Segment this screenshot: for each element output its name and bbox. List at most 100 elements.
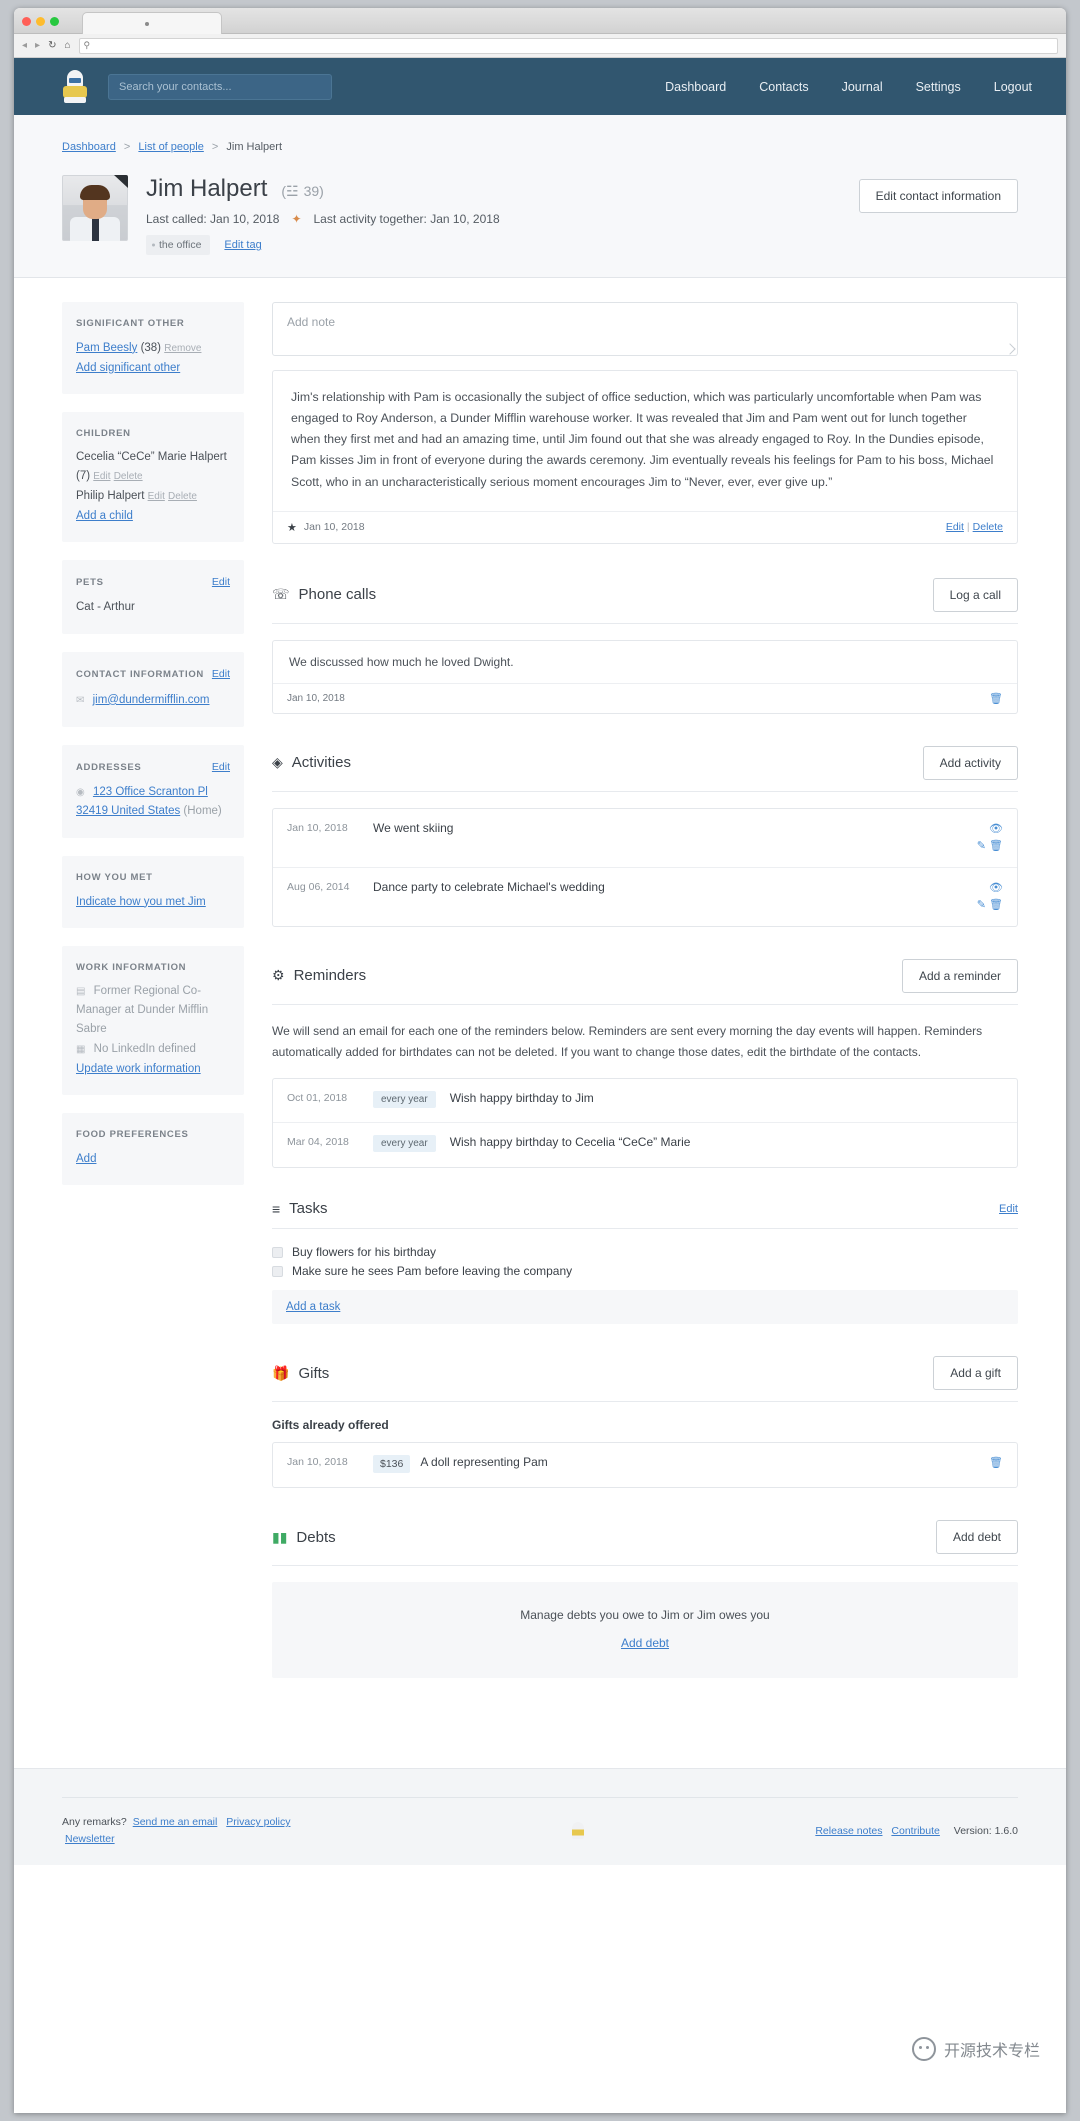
- activities-header: ◈ Activities Add activity: [272, 745, 1018, 792]
- close-window-icon[interactable]: [22, 17, 31, 26]
- phone-icon: ☏: [272, 586, 290, 603]
- trash-icon[interactable]: 🗑: [989, 840, 1003, 852]
- nav-link-contacts[interactable]: Contacts: [759, 80, 808, 94]
- resize-handle-icon[interactable]: [1004, 343, 1016, 355]
- reload-icon[interactable]: ↻: [48, 40, 56, 51]
- section-tasks: ≡ Tasks Edit Buy flowers for his birthda…: [272, 1200, 1018, 1325]
- list-item[interactable]: Buy flowers for his birthday: [272, 1245, 1018, 1259]
- task-checkbox[interactable]: [272, 1265, 283, 1277]
- reminder-frequency: every year: [373, 1135, 436, 1153]
- monica-logo[interactable]: [62, 69, 88, 104]
- edit-tag-link[interactable]: Edit tag: [224, 239, 261, 251]
- screen: ◂ ▸ ↻ ⌂ ⚲ Search your contacts... Dashbo…: [0, 0, 1080, 2121]
- star-icon[interactable]: ★: [287, 521, 297, 534]
- eye-icon[interactable]: 👁: [989, 882, 1003, 894]
- breadcrumb-separator-2: >: [211, 141, 219, 153]
- eye-icon[interactable]: 👁: [989, 823, 1003, 835]
- avatar[interactable]: [62, 175, 128, 241]
- home-icon[interactable]: ⌂: [64, 40, 70, 51]
- watermark-icon: [911, 2037, 936, 2061]
- nav-link-logout[interactable]: Logout: [994, 80, 1032, 94]
- edit-note-link[interactable]: Edit: [946, 521, 964, 533]
- release-notes-link[interactable]: Release notes: [815, 1825, 882, 1837]
- address-line-1[interactable]: 123 Office Scranton Pl: [93, 786, 208, 798]
- card-how-you-met: How you met Indicate how you met Jim: [62, 855, 244, 928]
- remove-significant-other-link[interactable]: Remove: [164, 343, 201, 354]
- delete-child-link[interactable]: Delete: [114, 471, 143, 482]
- reminder-frequency: every year: [373, 1091, 436, 1109]
- pets-title: Pets Edit: [76, 574, 230, 591]
- trash-icon[interactable]: 🗑: [989, 899, 1003, 911]
- address-bar[interactable]: ⚲: [78, 37, 1058, 54]
- edit-contact-information-link[interactable]: Edit: [212, 666, 230, 683]
- log-a-call-button[interactable]: Log a call: [932, 577, 1018, 612]
- activity-edit-delete: ✎ 🗑: [963, 897, 1003, 914]
- search-input[interactable]: Search your contacts...: [108, 73, 332, 100]
- maximize-window-icon[interactable]: [50, 17, 59, 26]
- privacy-policy-link[interactable]: Privacy policy: [226, 1816, 290, 1828]
- activity-edit-delete: ✎ 🗑: [963, 838, 1003, 855]
- contact-tag[interactable]: the office: [146, 235, 211, 255]
- footer-logo: [502, 1822, 655, 1840]
- pencil-icon[interactable]: ✎: [977, 840, 986, 852]
- significant-other-age: (38): [140, 341, 162, 354]
- add-a-reminder-button[interactable]: Add a reminder: [901, 958, 1018, 993]
- newsletter-link[interactable]: Newsletter: [65, 1833, 115, 1845]
- note-footer: ★ Jan 10, 2018 Edit | Delete: [273, 510, 1017, 543]
- pencil-icon[interactable]: ✎: [977, 899, 986, 911]
- add-food-preference-link[interactable]: Add: [76, 1153, 96, 1165]
- add-task-strip: Add a task: [272, 1290, 1018, 1325]
- edit-tasks-link[interactable]: Edit: [999, 1203, 1018, 1215]
- address-line-2[interactable]: 32419 United States: [76, 805, 180, 817]
- card-addresses: Addresses Edit ◉ 123 Office Scranton Pl …: [62, 744, 244, 838]
- how-you-met-link[interactable]: Indicate how you met Jim: [76, 896, 206, 908]
- avatar-tie: [92, 218, 99, 241]
- edit-contact-information-button[interactable]: Edit contact information: [858, 179, 1018, 213]
- reminders-list: Oct 01, 2018 every year Wish happy birth…: [272, 1078, 1018, 1169]
- edit-addresses-link[interactable]: Edit: [212, 759, 230, 776]
- task-checkbox[interactable]: [272, 1246, 283, 1258]
- nav-link-dashboard[interactable]: Dashboard: [665, 80, 726, 94]
- breadcrumb-list-of-people[interactable]: List of people: [138, 141, 203, 153]
- delete-child-link[interactable]: Delete: [168, 491, 197, 502]
- add-a-task-link[interactable]: Add a task: [286, 1301, 340, 1313]
- nav-link-settings[interactable]: Settings: [916, 80, 961, 94]
- avatar-hair: [80, 185, 110, 200]
- update-work-information-link[interactable]: Update work information: [76, 1063, 201, 1075]
- search-placeholder: Search your contacts...: [119, 80, 232, 93]
- add-debt-button[interactable]: Add debt: [935, 1520, 1018, 1555]
- tag-row: the office Edit tag: [146, 235, 500, 255]
- contribute-link[interactable]: Contribute: [891, 1825, 939, 1837]
- nav-link-journal[interactable]: Journal: [842, 80, 883, 94]
- debts-header: ▮▮ Debts Add debt: [272, 1520, 1018, 1567]
- delete-note-link[interactable]: Delete: [973, 521, 1003, 533]
- browser-tab[interactable]: [82, 12, 222, 34]
- minimize-window-icon[interactable]: [36, 17, 45, 26]
- edit-child-link[interactable]: Edit: [148, 491, 165, 502]
- debts-title-label: Debts: [296, 1528, 336, 1546]
- add-debt-link[interactable]: Add debt: [621, 1636, 669, 1650]
- significant-other-name[interactable]: Pam Beesly: [76, 342, 137, 354]
- email-link[interactable]: jim@dundermifflin.com: [93, 694, 210, 706]
- add-child-link[interactable]: Add a child: [76, 510, 133, 522]
- add-note-input[interactable]: Add note: [272, 302, 1018, 356]
- section-gifts: 🎁 Gifts Add a gift Gifts already offered…: [272, 1356, 1018, 1489]
- trash-icon[interactable]: 🗑: [989, 692, 1003, 705]
- reminders-title-label: Reminders: [293, 967, 367, 985]
- add-significant-other-link[interactable]: Add significant other: [76, 362, 180, 374]
- edit-child-link[interactable]: Edit: [93, 471, 110, 482]
- add-activity-button[interactable]: Add activity: [922, 745, 1018, 780]
- watermark: 开源技术专栏: [911, 2037, 1040, 2061]
- breadcrumb-dashboard[interactable]: Dashboard: [62, 141, 116, 153]
- monica-mini-logo-icon: [572, 1822, 585, 1840]
- gift-icon: 🎁: [272, 1364, 290, 1381]
- back-icon[interactable]: ◂: [22, 40, 27, 51]
- add-a-gift-button[interactable]: Add a gift: [933, 1356, 1018, 1391]
- send-me-an-email-link[interactable]: Send me an email: [133, 1816, 218, 1828]
- edit-pets-link[interactable]: Edit: [212, 574, 230, 591]
- window-controls[interactable]: [22, 17, 59, 26]
- list-item[interactable]: Make sure he sees Pam before leaving the…: [272, 1264, 1018, 1278]
- table-row: Mar 04, 2018 every year Wish happy birth…: [273, 1123, 1017, 1167]
- trash-icon[interactable]: 🗑: [989, 1457, 1003, 1469]
- forward-icon[interactable]: ▸: [35, 40, 40, 51]
